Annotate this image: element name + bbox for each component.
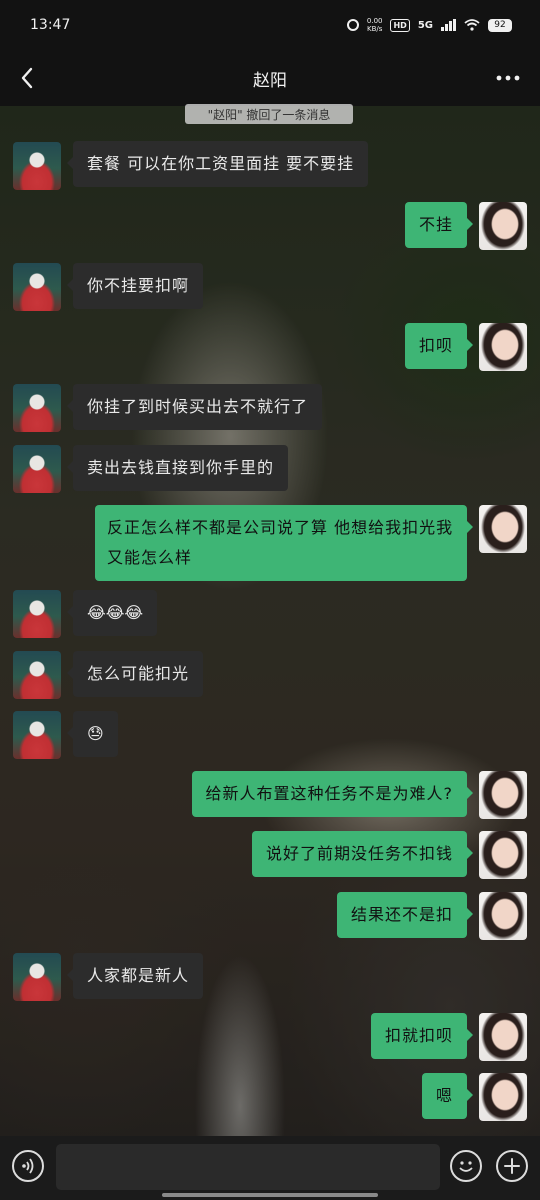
outgoing-message[interactable]: 说好了前期没任务不扣钱 xyxy=(251,831,474,877)
my-avatar[interactable] xyxy=(479,771,527,819)
voice-icon[interactable] xyxy=(12,1150,44,1182)
outgoing-message[interactable]: 给新人布置这种任务不是为难人? xyxy=(191,771,473,817)
status-icons: 0.00 KB/s HD 5G 92 xyxy=(346,17,512,33)
message-input[interactable] xyxy=(56,1144,440,1190)
chat-header: 赵阳 xyxy=(0,50,540,106)
emoji-icon[interactable] xyxy=(450,1150,482,1182)
hd-icon: HD xyxy=(390,18,410,32)
chevron-left-icon[interactable] xyxy=(14,60,44,96)
recall-notice: "赵阳" 撤回了一条消息 xyxy=(185,104,353,124)
net-speed-unit: KB/s xyxy=(366,25,383,33)
outgoing-message[interactable]: 结果还不是扣 xyxy=(336,892,474,938)
my-avatar[interactable] xyxy=(479,1073,527,1121)
my-avatar[interactable] xyxy=(479,505,527,553)
wifi-icon xyxy=(464,19,480,31)
plus-icon[interactable] xyxy=(496,1150,528,1182)
my-avatar[interactable] xyxy=(479,892,527,940)
contact-avatar[interactable] xyxy=(13,711,61,759)
contact-avatar[interactable] xyxy=(13,263,61,311)
incoming-message[interactable]: 你挂了到时候买出去不就行了 xyxy=(66,384,323,430)
my-avatar[interactable] xyxy=(479,323,527,371)
home-indicator[interactable] xyxy=(162,1193,378,1197)
outgoing-message[interactable]: 反正怎么样不都是公司说了算 他想给我扣光我又能怎么样 xyxy=(95,505,473,581)
status-time: 13:47 xyxy=(30,17,71,33)
incoming-message[interactable]: 人家都是新人 xyxy=(66,953,204,999)
outgoing-message[interactable]: 扣呗 xyxy=(404,323,474,369)
signal-icon xyxy=(441,19,456,31)
my-avatar[interactable] xyxy=(479,831,527,879)
contact-avatar[interactable] xyxy=(13,953,61,1001)
incoming-message[interactable]: 怎么可能扣光 xyxy=(66,651,204,697)
net-speed: 0.00 KB/s xyxy=(367,17,383,33)
outgoing-message[interactable]: 嗯 xyxy=(421,1073,474,1119)
my-avatar[interactable] xyxy=(479,202,527,250)
incoming-message[interactable]: 😓 xyxy=(67,711,118,757)
net-speed-value: 0.00 xyxy=(366,17,383,25)
incoming-message[interactable]: 卖出去钱直接到你手里的 xyxy=(66,445,289,491)
incoming-message[interactable]: 套餐 可以在你工资里面挂 要不要挂 xyxy=(66,141,369,187)
input-bar xyxy=(0,1136,540,1200)
contact-avatar[interactable] xyxy=(13,651,61,699)
incoming-message[interactable]: 😂😂😂 xyxy=(66,590,158,636)
battery-icon: 92 xyxy=(488,18,512,32)
outgoing-message[interactable]: 扣就扣呗 xyxy=(370,1013,474,1059)
contact-avatar[interactable] xyxy=(13,384,61,432)
my-avatar[interactable] xyxy=(479,1013,527,1061)
chat-title: 赵阳 xyxy=(253,70,287,91)
contact-avatar[interactable] xyxy=(13,142,61,190)
outgoing-message[interactable]: 不挂 xyxy=(404,202,474,248)
status-bar: 13:47 0.00 KB/s HD 5G 92 xyxy=(0,0,540,50)
network-type: 5G xyxy=(417,19,433,31)
contact-avatar[interactable] xyxy=(13,590,61,638)
contact-avatar[interactable] xyxy=(13,445,61,493)
more-icon[interactable] xyxy=(494,66,522,90)
alarm-icon xyxy=(346,19,359,31)
incoming-message[interactable]: 你不挂要扣啊 xyxy=(66,263,204,309)
